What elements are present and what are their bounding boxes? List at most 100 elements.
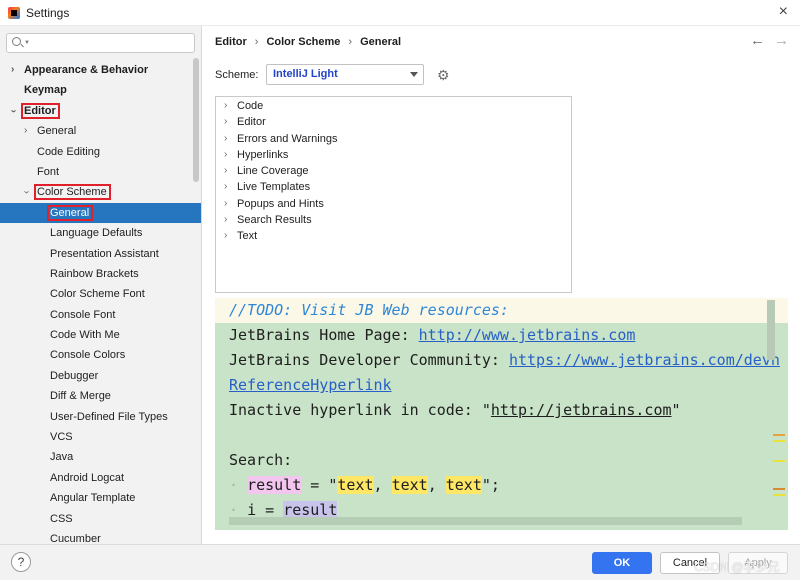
ok-button[interactable]: OK (592, 552, 652, 574)
category-label: Search Results (237, 214, 312, 227)
breadcrumb: Editor › Color Scheme › General (215, 36, 401, 48)
sidebar-item-label: Code Editing (37, 145, 100, 158)
preview-line: //TODO: Visit JB Web resources: (229, 298, 509, 323)
sidebar-item[interactable]: Android Logcat (0, 468, 201, 488)
code-text: JetBrains Home Page: (229, 326, 419, 344)
apply-button[interactable]: Apply (728, 552, 788, 574)
code-text: "; (481, 476, 500, 494)
breadcrumb-separator: › (348, 36, 353, 48)
chevron-right-icon[interactable]: › (224, 114, 227, 130)
category-item[interactable]: › Popups and Hints (216, 196, 571, 212)
chevron-right-icon[interactable]: › (224, 212, 227, 228)
sidebar-item-label: Console Colors (50, 349, 126, 362)
category-item[interactable]: › Errors and Warnings (216, 131, 571, 147)
category-item[interactable]: › Line Coverage (216, 163, 571, 179)
sidebar-item-label: General (50, 206, 90, 219)
chevron-right-icon[interactable]: › (224, 228, 227, 244)
sidebar-item[interactable]: Cucumber (0, 529, 201, 544)
code-text: , (373, 476, 392, 494)
sidebar-item[interactable]: › Color Scheme (0, 182, 201, 202)
sidebar-item-label: Keymap (24, 84, 67, 97)
window-title: Settings (26, 5, 70, 20)
category-item[interactable]: › Live Templates (216, 179, 571, 195)
chevron-down-icon[interactable]: › (15, 191, 35, 194)
sidebar-item-label: Font (37, 165, 60, 178)
chevron-right-icon[interactable]: › (224, 98, 227, 114)
chevron-down-icon[interactable]: › (2, 109, 22, 112)
chevron-right-icon[interactable]: › (224, 147, 227, 163)
sidebar-item[interactable]: Console Colors (0, 345, 201, 365)
sidebar-item[interactable]: › Editor (0, 101, 201, 121)
chevron-right-icon[interactable]: › (11, 60, 14, 80)
sidebar-item-label: Language Defaults (50, 227, 143, 240)
error-stripe-mark[interactable] (773, 460, 785, 462)
scheme-select[interactable]: IntelliJ Light (266, 64, 424, 85)
help-button[interactable]: ? (11, 552, 31, 572)
chevron-right-icon[interactable]: › (224, 196, 227, 212)
cancel-button[interactable]: Cancel (660, 552, 720, 574)
chevron-right-icon[interactable]: › (24, 121, 27, 141)
chevron-right-icon[interactable]: › (224, 163, 227, 179)
error-stripe-mark[interactable] (773, 440, 785, 442)
sidebar-item[interactable]: Angular Template (0, 488, 201, 508)
sidebar-scrollbar[interactable] (193, 58, 199, 182)
category-item[interactable]: › Editor (216, 114, 571, 130)
sidebar-item[interactable]: › Appearance & Behavior (0, 60, 201, 80)
back-arrow-icon[interactable]: ← (750, 32, 765, 49)
sidebar-item[interactable]: Presentation Assistant (0, 244, 201, 264)
breadcrumb-item[interactable]: Editor (215, 36, 247, 48)
hyperlink[interactable]: http://www.jetbrains.com (419, 326, 636, 344)
error-stripe-mark[interactable] (773, 488, 785, 490)
sidebar-item[interactable]: Debugger (0, 366, 201, 386)
category-label: Errors and Warnings (237, 132, 338, 145)
category-item[interactable]: › Code (216, 98, 571, 114)
gear-icon[interactable]: ⚙ (437, 67, 450, 84)
category-item[interactable]: › Hyperlinks (216, 147, 571, 163)
sidebar-item[interactable]: VCS (0, 427, 201, 447)
sidebar-item[interactable]: › General (0, 121, 201, 141)
breadcrumb-item[interactable]: Color Scheme (266, 36, 340, 48)
title-bar: Settings × (0, 0, 800, 26)
chevron-right-icon[interactable]: › (224, 179, 227, 195)
preview-line: ReferenceHyperlink (229, 373, 392, 398)
sidebar-item[interactable]: CSS (0, 509, 201, 529)
preview-horizontal-scrollbar[interactable] (229, 517, 742, 525)
sidebar-item[interactable]: Code Editing (0, 142, 201, 162)
sidebar-item[interactable]: General (0, 202, 201, 224)
sidebar-item[interactable]: Console Font (0, 305, 201, 325)
sidebar-item[interactable]: Rainbow Brackets (0, 264, 201, 284)
sidebar-item-label: Rainbow Brackets (50, 267, 139, 280)
forward-arrow-icon[interactable]: → (774, 32, 789, 49)
category-item[interactable]: › Search Results (216, 212, 571, 228)
sidebar-item-label: Angular Template (50, 492, 136, 505)
error-stripe-mark[interactable] (773, 494, 785, 496)
search-history-dropdown-icon[interactable]: ▼ (24, 40, 30, 46)
hyperlink[interactable]: https://www.jetbrains.com/devn (509, 351, 780, 369)
sidebar-item-label: Java (50, 451, 74, 464)
sidebar-item[interactable]: User-Defined File Types (0, 407, 201, 427)
sidebar-item[interactable]: Language Defaults (0, 223, 201, 243)
sidebar-item[interactable]: Color Scheme Font (0, 284, 201, 304)
preview-vertical-scrollbar[interactable] (767, 300, 775, 360)
sidebar-item-label: Cucumber (50, 532, 101, 544)
sidebar-item[interactable]: Code With Me (0, 325, 201, 345)
sidebar-item[interactable]: Java (0, 447, 201, 467)
category-item[interactable]: › Text (216, 228, 571, 244)
close-icon[interactable]: × (779, 3, 788, 21)
sidebar-item[interactable]: Keymap (0, 80, 201, 100)
sidebar-item[interactable]: Font (0, 162, 201, 182)
chevron-right-icon[interactable]: › (224, 131, 227, 147)
error-stripe-mark[interactable] (773, 434, 785, 436)
write-usage-highlight: result (247, 476, 302, 494)
search-input[interactable]: ▼ (6, 33, 195, 53)
code-preview[interactable]: //TODO: Visit JB Web resources: JetBrain… (215, 298, 788, 530)
indent-dot: · (229, 476, 248, 494)
sidebar-item-label: General (37, 125, 77, 138)
category-label: Editor (237, 116, 266, 129)
reference-hyperlink[interactable]: ReferenceHyperlink (229, 376, 392, 394)
category-label: Line Coverage (237, 165, 309, 178)
sidebar-item[interactable]: Diff & Merge (0, 386, 201, 406)
breadcrumb-item: General (360, 36, 402, 48)
code-text: = " (301, 476, 338, 494)
code-text: " (671, 401, 681, 419)
